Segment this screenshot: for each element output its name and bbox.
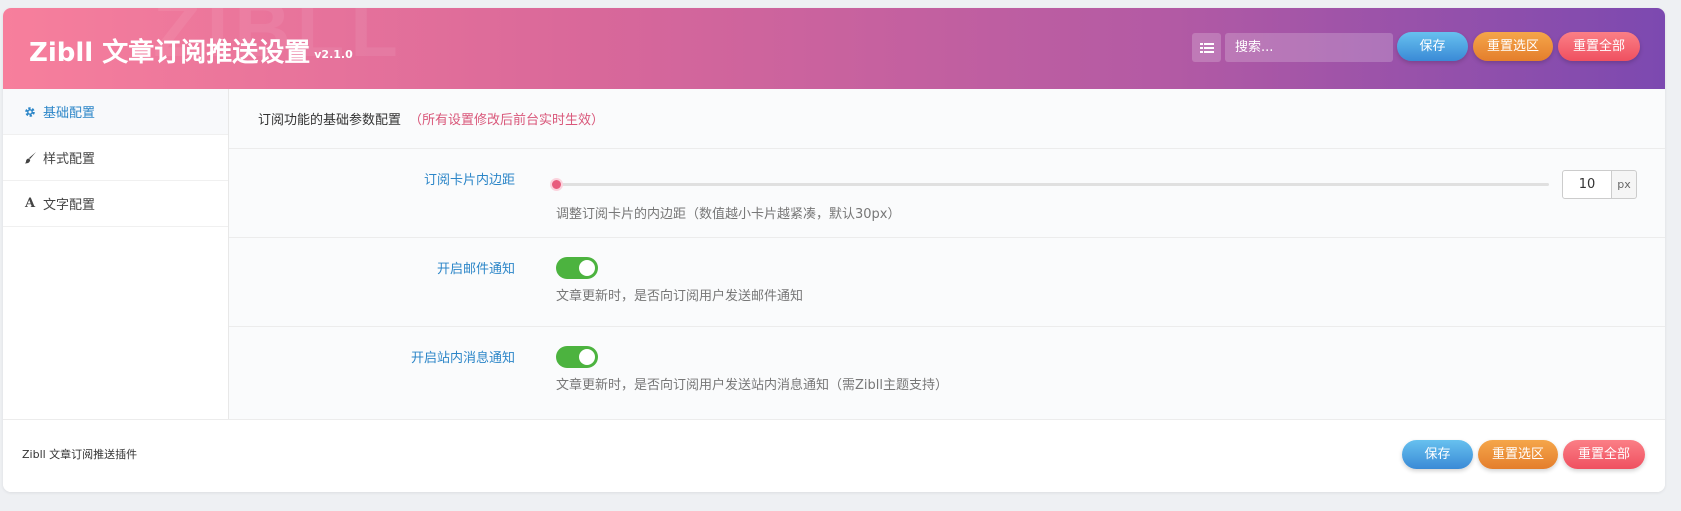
field-description: 文章更新时，是否向订阅用户发送站内消息通知（需Zibll主题支持） xyxy=(556,378,948,393)
brush-icon xyxy=(19,151,41,164)
section-note: （所有设置修改后前台实时生效） xyxy=(409,113,605,128)
footer-bar: Zibll 文章订阅推送插件 保存 重置选区 重置全部 xyxy=(3,419,1665,492)
settings-panel: ZIBLL Zibll 文章订阅推送设置v2.1.0 保存 重置选区 重置全部 … xyxy=(3,8,1665,492)
page-title-text: Zibll 文章订阅推送设置 xyxy=(29,38,311,68)
toggle-knob xyxy=(579,260,595,276)
sidebar-item-text[interactable]: A 文字配置 xyxy=(3,181,228,227)
padding-number-input[interactable] xyxy=(1562,170,1612,199)
section-title: 订阅功能的基础参数配置 xyxy=(258,113,402,128)
toggle-knob xyxy=(579,349,595,365)
field-label: 订阅卡片内边距 xyxy=(423,173,515,188)
header-save-button[interactable]: 保存 xyxy=(1397,32,1468,61)
header-bar: ZIBLL Zibll 文章订阅推送设置v2.1.0 保存 重置选区 重置全部 xyxy=(3,8,1665,89)
sidebar-item-style[interactable]: 样式配置 xyxy=(3,135,228,181)
sidebar-item-label: 文字配置 xyxy=(43,198,96,213)
sidebar-nav: 基础配置 样式配置 A 文字配置 xyxy=(3,89,229,419)
footer-reset-all-button[interactable]: 重置全部 xyxy=(1563,440,1645,469)
setting-card-padding: 订阅卡片内边距 px 调整订阅卡片的内边距（数值越小卡片越紧凑，默认30px） xyxy=(229,149,1665,238)
search-input[interactable] xyxy=(1225,33,1393,62)
settings-content: 订阅功能的基础参数配置 （所有设置修改后前台实时生效） 订阅卡片内边距 px 调… xyxy=(229,89,1665,419)
version-badge: v2.1.0 xyxy=(314,48,353,61)
page-title: Zibll 文章订阅推送设置 v2.1.0 xyxy=(29,32,353,69)
field-label: 开启站内消息通知 xyxy=(410,351,515,366)
gear-icon xyxy=(19,106,41,118)
setting-email-notify: 开启邮件通知 文章更新时，是否向订阅用户发送邮件通知 xyxy=(229,238,1665,327)
sidebar-item-label: 样式配置 xyxy=(43,152,96,167)
email-notify-toggle[interactable] xyxy=(556,257,598,279)
padding-slider-handle[interactable] xyxy=(550,178,563,191)
footer-plugin-name: Zibll 文章订阅推送插件 xyxy=(22,448,138,461)
field-label: 开启邮件通知 xyxy=(436,262,515,277)
section-header: 订阅功能的基础参数配置 （所有设置修改后前台实时生效） xyxy=(229,89,1665,149)
setting-site-notify: 开启站内消息通知 文章更新时，是否向订阅用户发送站内消息通知（需Zibll主题支… xyxy=(229,327,1665,419)
footer-reset-section-button[interactable]: 重置选区 xyxy=(1478,440,1558,469)
unit-label: px xyxy=(1611,170,1637,199)
sidebar-item-basic[interactable]: 基础配置 xyxy=(3,89,228,135)
font-icon: A xyxy=(24,196,36,211)
field-description: 文章更新时，是否向订阅用户发送邮件通知 xyxy=(556,289,804,304)
site-notify-toggle[interactable] xyxy=(556,346,598,368)
field-description: 调整订阅卡片的内边距（数值越小卡片越紧凑，默认30px） xyxy=(556,207,901,222)
list-icon xyxy=(1199,42,1214,53)
header-reset-section-button[interactable]: 重置选区 xyxy=(1473,32,1553,61)
header-reset-all-button[interactable]: 重置全部 xyxy=(1558,32,1640,61)
sidebar-item-label: 基础配置 xyxy=(43,106,96,121)
expand-menu-button[interactable] xyxy=(1192,33,1221,62)
padding-slider-track[interactable] xyxy=(556,183,1549,186)
footer-save-button[interactable]: 保存 xyxy=(1402,440,1473,469)
